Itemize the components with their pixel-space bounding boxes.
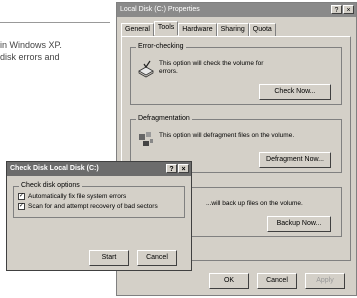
check-disk-icon xyxy=(138,60,154,78)
divider-line xyxy=(0,22,110,23)
defragmentation-text: This option will defragment files on the… xyxy=(159,132,295,139)
error-checking-group: Error-checking This option will check th… xyxy=(130,43,342,105)
dialog-help-button[interactable]: ? xyxy=(166,164,177,173)
scan-bad-sectors-label: Scan for and attempt recovery of bad sec… xyxy=(28,203,158,210)
properties-titlebar: Local Disk (C:) Properties ? × xyxy=(117,3,356,17)
properties-title: Local Disk (C:) Properties xyxy=(120,6,200,13)
start-button[interactable]: Start xyxy=(89,250,129,266)
backup-text: ...will back up files on the volume. xyxy=(206,200,303,207)
defragment-now-button[interactable]: Defragment Now... xyxy=(259,152,331,168)
check-disk-options-group: Check disk options ✓ Automatically fix f… xyxy=(13,182,185,218)
option-scan-bad-sectors[interactable]: ✓ Scan for and attempt recovery of bad s… xyxy=(18,203,158,210)
apply-button[interactable]: Apply xyxy=(305,273,345,289)
error-checking-text: This option will check the volume for er… xyxy=(159,60,264,75)
tab-tools[interactable]: Tools xyxy=(153,21,179,35)
close-button[interactable]: × xyxy=(343,5,354,14)
check-disk-titlebar: Check Disk Local Disk (C:) ? × xyxy=(7,162,191,176)
check-now-button[interactable]: Check Now... xyxy=(259,84,331,100)
scan-bad-sectors-checkbox[interactable]: ✓ xyxy=(18,203,25,210)
tab-quota[interactable]: Quota xyxy=(248,23,276,37)
article-text-line-1: in Windows XP. xyxy=(0,40,62,50)
option-fix-errors[interactable]: ✓ Automatically fix file system errors xyxy=(18,193,126,200)
backup-now-button[interactable]: Backup Now... xyxy=(267,216,331,232)
tab-sharing[interactable]: Sharing xyxy=(216,23,249,37)
fix-errors-checkbox[interactable]: ✓ xyxy=(18,193,25,200)
check-disk-options-label: Check disk options xyxy=(19,182,82,189)
cancel-button[interactable]: Cancel xyxy=(257,273,297,289)
check-disk-dialog: Check Disk Local Disk (C:) ? × Check dis… xyxy=(6,161,192,271)
fix-errors-label: Automatically fix file system errors xyxy=(28,193,127,200)
tab-hardware[interactable]: Hardware xyxy=(178,23,217,37)
dialog-close-button[interactable]: × xyxy=(178,164,189,173)
dialog-cancel-button[interactable]: Cancel xyxy=(137,250,177,266)
defragmentation-label: Defragmentation xyxy=(136,115,192,122)
ok-button[interactable]: OK xyxy=(209,273,249,289)
defragment-icon xyxy=(139,132,153,146)
check-disk-title: Check Disk Local Disk (C:) xyxy=(10,165,99,172)
help-button[interactable]: ? xyxy=(331,5,342,14)
tab-strip: General Tools Hardware Sharing Quota xyxy=(121,21,276,37)
article-text-line-2: disk errors and xyxy=(0,52,60,62)
tab-general[interactable]: General xyxy=(121,23,154,37)
error-checking-label: Error-checking xyxy=(136,43,186,50)
